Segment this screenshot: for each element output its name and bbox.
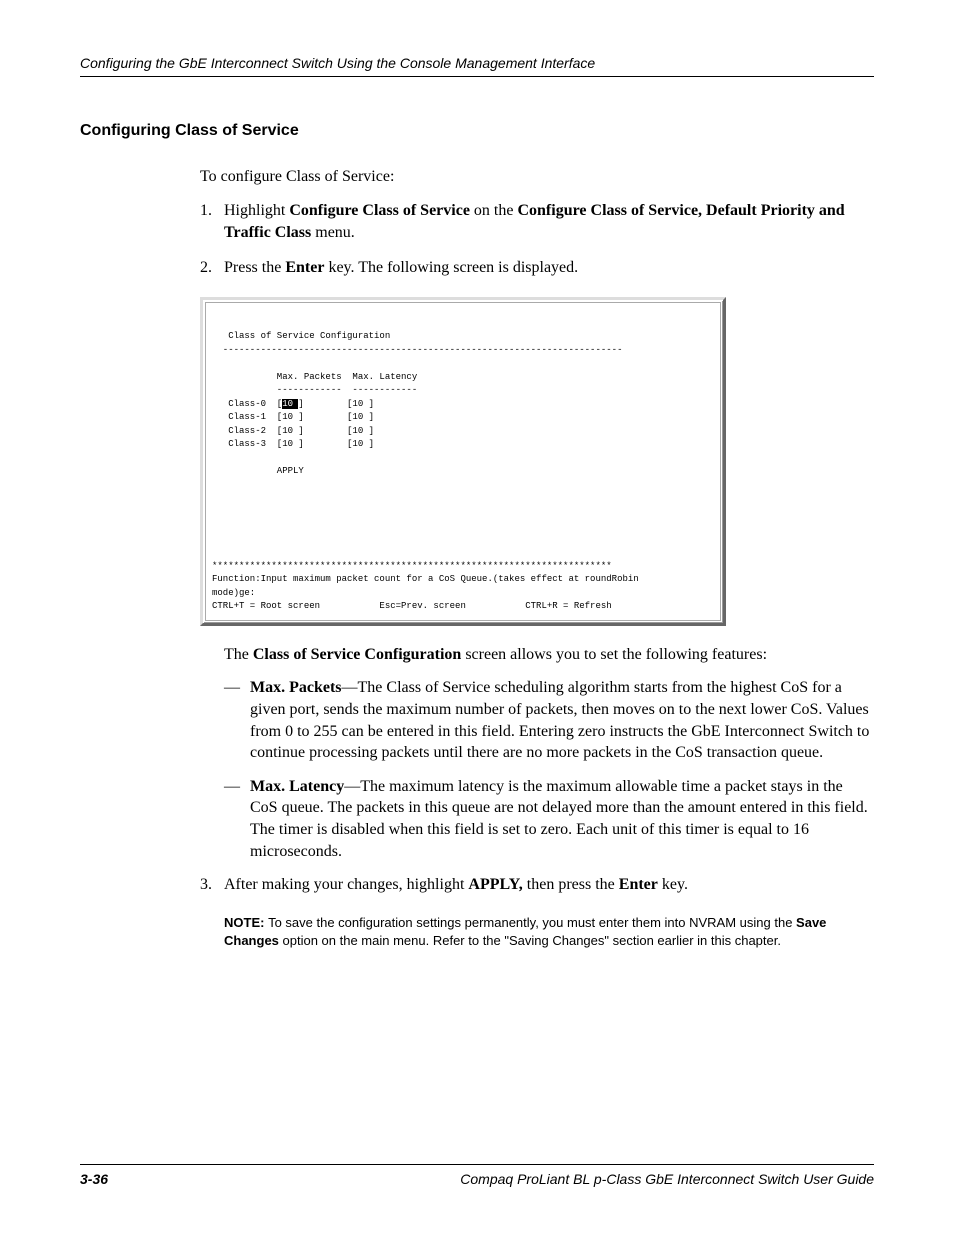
step-2: 2. Press the Enter key. The following sc… (200, 257, 874, 279)
terminal-screenshot: Class of Service Configuration ---------… (200, 297, 726, 626)
step-content: Press the Enter key. The following scree… (224, 257, 874, 279)
feature-max-latency: — Max. Latency—The maximum latency is th… (224, 776, 874, 862)
feature-list: — Max. Packets—The Class of Service sche… (224, 677, 874, 862)
step-content: Highlight Configure Class of Service on … (224, 200, 874, 243)
step-number: 1. (200, 200, 224, 243)
section-heading: Configuring Class of Service (80, 122, 874, 140)
page-footer: 3-36 Compaq ProLiant BL p-Class GbE Inte… (80, 1164, 874, 1187)
header-text: Configuring the GbE Interconnect Switch … (80, 55, 595, 71)
step-number: 2. (200, 257, 224, 279)
step-list-continued: 3. After making your changes, highlight … (200, 874, 874, 896)
terminal-content: Class of Service Configuration ---------… (205, 302, 721, 621)
step-content: After making your changes, highlight APP… (224, 874, 874, 896)
footer-title: Compaq ProLiant BL p-Class GbE Interconn… (460, 1171, 874, 1187)
step-list: 1. Highlight Configure Class of Service … (200, 200, 874, 279)
step-1: 1. Highlight Configure Class of Service … (200, 200, 874, 243)
intro-text: To configure Class of Service: (200, 168, 874, 186)
page-header: Configuring the GbE Interconnect Switch … (80, 55, 874, 77)
selected-field: 10 (282, 399, 298, 409)
note-box: NOTE: To save the configuration settings… (224, 914, 844, 950)
step-3: 3. After making your changes, highlight … (200, 874, 874, 896)
step-number: 3. (200, 874, 224, 896)
feature-max-packets: — Max. Packets—The Class of Service sche… (224, 677, 874, 763)
after-screenshot-text: The Class of Service Configuration scree… (224, 644, 874, 666)
page-number: 3-36 (80, 1171, 108, 1187)
